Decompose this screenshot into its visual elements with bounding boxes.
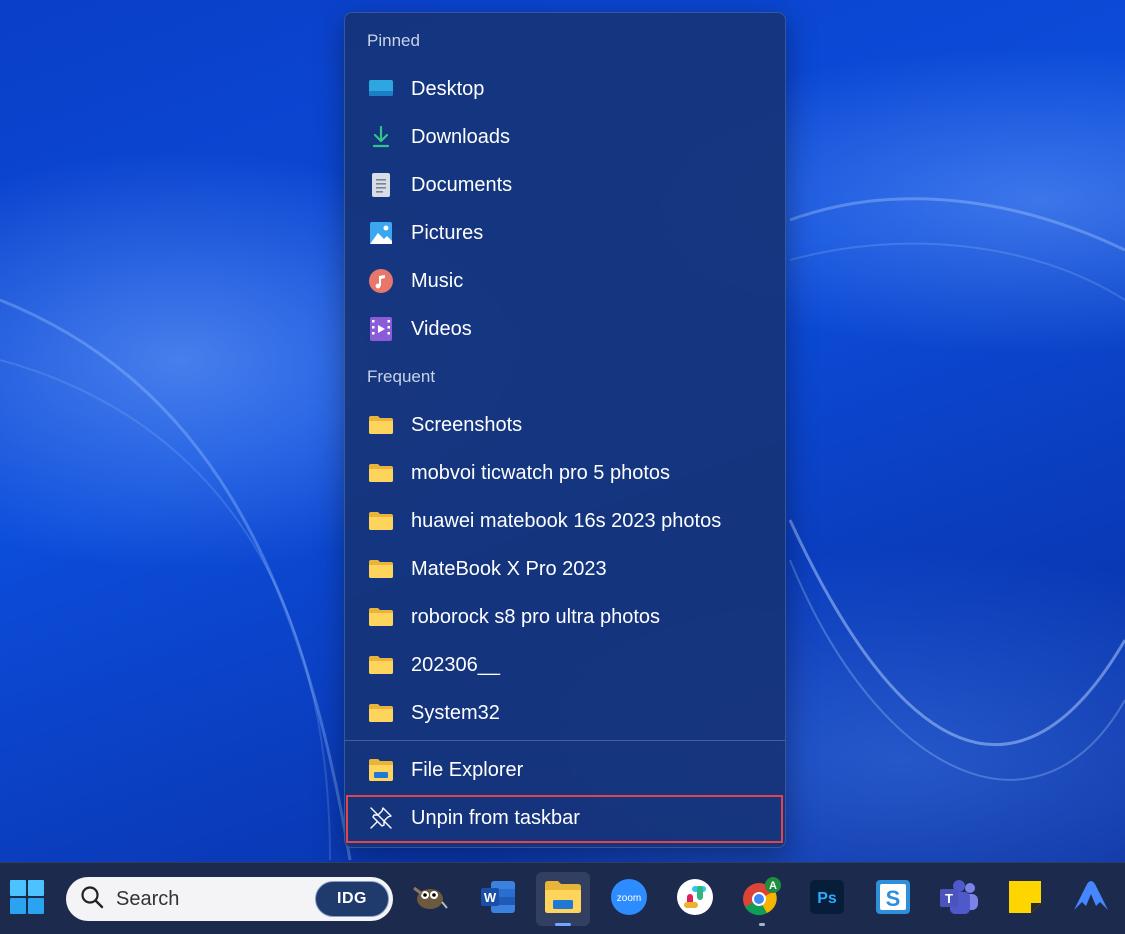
taskbar-app-chrome[interactable]: A bbox=[734, 872, 788, 926]
slack-icon bbox=[677, 878, 713, 920]
pinned-item-pictures[interactable]: Pictures bbox=[345, 209, 785, 257]
music-icon bbox=[369, 269, 393, 293]
pictures-icon bbox=[369, 221, 393, 245]
svg-text:S: S bbox=[886, 886, 901, 911]
taskbar-app-word[interactable]: W bbox=[471, 872, 525, 926]
folder-icon bbox=[369, 701, 393, 725]
pinned-item-label: Pictures bbox=[411, 221, 484, 244]
pinned-item-music[interactable]: Music bbox=[345, 257, 785, 305]
snagit-icon: S bbox=[876, 879, 910, 919]
file-explorer-icon bbox=[369, 758, 393, 782]
search-placeholder: Search bbox=[116, 887, 180, 910]
word-icon: W bbox=[481, 880, 515, 918]
search-highlight-badge: IDG bbox=[315, 881, 389, 917]
zoom-icon: zoom bbox=[611, 878, 647, 920]
folder-icon bbox=[369, 605, 393, 629]
photoshop-icon: Ps bbox=[810, 879, 844, 919]
running-indicator bbox=[759, 923, 765, 926]
pinned-item-label: Music bbox=[411, 269, 464, 292]
svg-text:A: A bbox=[769, 880, 777, 892]
frequent-item-label: roborock s8 pro ultra photos bbox=[411, 605, 661, 628]
document-icon bbox=[369, 173, 393, 197]
svg-text:W: W bbox=[484, 890, 497, 905]
file-explorer-icon bbox=[545, 880, 581, 918]
desktop-icon bbox=[369, 77, 393, 101]
frequent-item-system32[interactable]: System32 bbox=[345, 689, 785, 737]
frequent-item-screenshots[interactable]: Screenshots bbox=[345, 401, 785, 449]
frequent-item-label: System32 bbox=[411, 701, 500, 724]
start-button[interactable] bbox=[0, 872, 54, 926]
start-icon bbox=[10, 879, 44, 919]
taskbar-app-teams[interactable]: T bbox=[932, 872, 986, 926]
folder-icon bbox=[369, 509, 393, 533]
action-label: File Explorer bbox=[411, 758, 524, 781]
svg-text:zoom: zoom bbox=[617, 893, 641, 904]
divider bbox=[345, 740, 785, 741]
frequent-item-roborock[interactable]: roborock s8 pro ultra photos bbox=[345, 593, 785, 641]
pinned-item-label: Documents bbox=[411, 173, 513, 196]
taskbar-app-slack[interactable] bbox=[668, 872, 722, 926]
taskbar-app-sticky-notes[interactable] bbox=[998, 872, 1052, 926]
highlight-box bbox=[346, 795, 783, 843]
pinned-item-label: Videos bbox=[411, 317, 472, 340]
svg-text:T: T bbox=[945, 891, 953, 906]
frequent-item-label: 202306__ bbox=[411, 653, 500, 676]
running-indicator bbox=[555, 923, 571, 926]
pinned-header: Pinned bbox=[367, 31, 420, 50]
frequent-item-202306[interactable]: 202306__ bbox=[345, 641, 785, 689]
taskbar-app-gimp[interactable] bbox=[403, 872, 457, 926]
frequent-item-ticwatch[interactable]: mobvoi ticwatch pro 5 photos bbox=[345, 449, 785, 497]
taskbar-app-zoom[interactable]: zoom bbox=[602, 872, 656, 926]
gimp-icon bbox=[412, 882, 448, 917]
pinned-item-downloads[interactable]: Downloads bbox=[345, 113, 785, 161]
folder-icon bbox=[369, 413, 393, 437]
taskbar-app-photoshop[interactable]: Ps bbox=[800, 872, 854, 926]
frequent-item-matebook-x-pro[interactable]: MateBook X Pro 2023 bbox=[345, 545, 785, 593]
frequent-item-label: huawei matebook 16s 2023 photos bbox=[411, 509, 722, 532]
frequent-item-label: MateBook X Pro 2023 bbox=[411, 557, 607, 580]
folder-icon bbox=[369, 461, 393, 485]
frequent-header: Frequent bbox=[367, 367, 436, 386]
pinned-item-documents[interactable]: Documents bbox=[345, 161, 785, 209]
chrome-icon: A bbox=[741, 876, 781, 922]
video-icon bbox=[369, 317, 393, 341]
taskbar: Search IDG W zoom A Ps S T bbox=[0, 862, 1125, 934]
folder-icon bbox=[369, 653, 393, 677]
search-icon bbox=[80, 885, 104, 914]
file-explorer-jump-list: Pinned Desktop Downloads Documents Pictu… bbox=[344, 12, 786, 848]
pinned-item-videos[interactable]: Videos bbox=[345, 305, 785, 353]
svg-text:Ps: Ps bbox=[817, 890, 837, 907]
download-arrow-icon bbox=[369, 125, 393, 149]
frequent-item-label: mobvoi ticwatch pro 5 photos bbox=[411, 461, 671, 484]
frequent-item-label: Screenshots bbox=[411, 413, 523, 436]
folder-icon bbox=[369, 557, 393, 581]
taskbar-search-box[interactable]: Search IDG bbox=[66, 877, 393, 921]
teams-icon: T bbox=[940, 879, 978, 919]
frequent-item-matebook-16s[interactable]: huawei matebook 16s 2023 photos bbox=[345, 497, 785, 545]
sticky-notes-icon bbox=[1009, 880, 1041, 918]
pinned-item-label: Downloads bbox=[411, 125, 510, 148]
nordvpn-icon bbox=[1072, 880, 1110, 919]
open-file-explorer-item[interactable]: File Explorer bbox=[345, 746, 785, 794]
taskbar-app-file-explorer[interactable] bbox=[536, 872, 590, 926]
taskbar-app-nordvpn[interactable] bbox=[1064, 872, 1118, 926]
pinned-item-label: Desktop bbox=[411, 77, 485, 100]
pinned-item-desktop[interactable]: Desktop bbox=[345, 65, 785, 113]
taskbar-app-snagit[interactable]: S bbox=[866, 872, 920, 926]
